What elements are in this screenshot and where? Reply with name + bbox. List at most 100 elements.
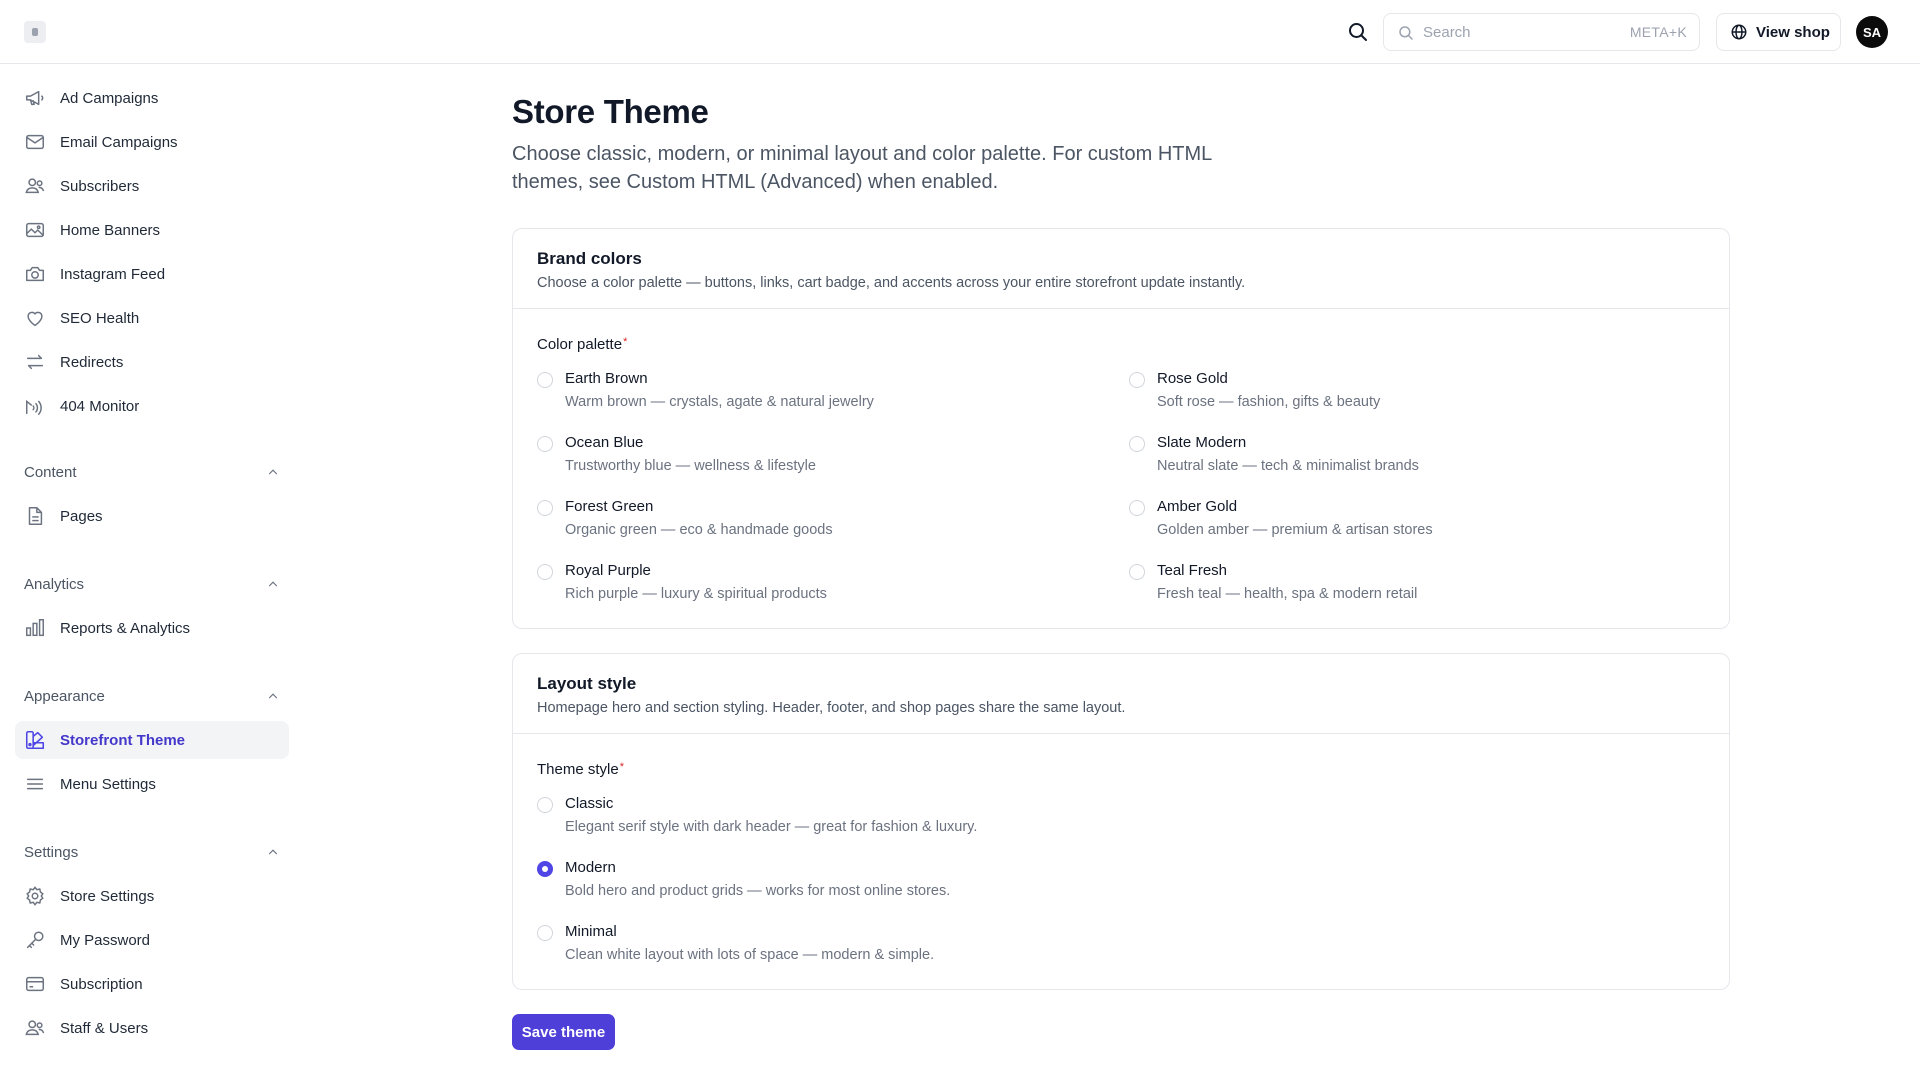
color-palette-label: Color palette* [537,336,627,353]
sidebar-item-label: Staff & Users [60,1019,149,1037]
radio-button[interactable] [537,564,553,580]
option-description: Neutral slate — tech & minimalist brands [1157,458,1419,474]
theme-option-modern[interactable]: Modern Bold hero and product grids — wor… [537,859,1437,907]
sidebar-item-label: Reports & Analytics [60,619,191,637]
radio-waves-icon [24,395,46,417]
option-description: Soft rose — fashion, gifts & beauty [1157,394,1381,410]
chevron-up-icon [266,465,280,479]
search-input[interactable] [1423,22,1623,42]
option-description: Organic green — eco & handmade goods [565,522,833,538]
palette-option-slate-modern[interactable]: Slate Modern Neutral slate — tech & mini… [1129,434,1689,482]
store-logo[interactable] [24,21,46,43]
palette-option-teal-fresh[interactable]: Teal Fresh Fresh teal — health, spa & mo… [1129,562,1689,610]
radio-button-selected[interactable] [537,861,553,877]
option-description: Warm brown — crystals, agate & natural j… [565,394,874,410]
option-name: Earth Brown [565,370,648,387]
palette-option-rose-gold[interactable]: Rose Gold Soft rose — fashion, gifts & b… [1129,370,1689,418]
palette-option-amber-gold[interactable]: Amber Gold Golden amber — premium & arti… [1129,498,1689,546]
field-label-text: Color palette [537,336,623,353]
sidebar-item-label: My Password [60,931,151,949]
sidebar-item-label: Pages [60,507,103,525]
radio-button[interactable] [1129,500,1145,516]
palette-option-earth-brown[interactable]: Earth Brown Warm brown — crystals, agate… [537,370,1097,418]
section-toggle-analytics[interactable]: Analytics [24,573,280,595]
sidebar-item-seo-health[interactable]: SEO Health [15,299,289,337]
palette-option-forest-green[interactable]: Forest Green Organic green — eco & handm… [537,498,1097,546]
sidebar-item-label: Redirects [60,353,124,371]
view-shop-button[interactable]: View shop [1716,13,1841,51]
arrows-icon [24,351,46,373]
view-shop-label: View shop [1756,23,1830,41]
menu-icon [24,773,46,795]
avatar[interactable]: SA [1856,16,1888,48]
image-icon [24,219,46,241]
sidebar-item-my-password[interactable]: My Password [15,921,289,959]
radio-button[interactable] [1129,564,1145,580]
sidebar-item-menu-settings[interactable]: Menu Settings [15,765,289,803]
radio-button[interactable] [537,436,553,452]
radio-button[interactable] [537,925,553,941]
radio-button[interactable] [1129,372,1145,388]
section-label: Analytics [24,575,85,593]
sidebar-item-label: Instagram Feed [60,265,166,283]
chevron-up-icon [266,845,280,859]
option-description: Bold hero and product grids — works for … [565,883,951,899]
sidebar-item-404-monitor[interactable]: 404 Monitor [15,387,289,425]
required-mark: * [623,336,628,348]
layout-style-card: Layout style Homepage hero and section s… [512,653,1730,990]
search-icon[interactable] [1346,20,1370,44]
sidebar-item-reports-analytics[interactable]: Reports & Analytics [15,609,289,647]
palette-option-ocean-blue[interactable]: Ocean Blue Trustworthy blue — wellness &… [537,434,1097,482]
page-subtitle: Choose classic, modern, or minimal layou… [512,143,1212,193]
option-name: Rose Gold [1157,370,1228,387]
sidebar-item-pages[interactable]: Pages [15,497,289,535]
sidebar-item-ad-campaigns[interactable]: Ad Campaigns [15,79,289,117]
radio-button[interactable] [537,797,553,813]
sidebar-item-subscription[interactable]: Subscription [15,965,289,1003]
option-description: Clean white layout with lots of space — … [565,947,935,963]
palette-option-royal-purple[interactable]: Royal Purple Rich purple — luxury & spir… [537,562,1097,610]
megaphone-icon [24,87,46,109]
option-description: Elegant serif style with dark header — g… [565,819,978,835]
option-name: Forest Green [565,498,654,515]
gear-icon [24,885,46,907]
sidebar-item-storefront-theme[interactable]: Storefront Theme [15,721,289,759]
radio-button[interactable] [1129,436,1145,452]
sidebar-item-redirects[interactable]: Redirects [15,343,289,381]
option-name: Modern [565,859,616,876]
sidebar-item-label: Storefront Theme [60,731,186,749]
sidebar-item-home-banners[interactable]: Home Banners [15,211,289,249]
brand-colors-card: Brand colors Choose a color palette — bu… [512,228,1730,629]
sidebar-item-email-campaigns[interactable]: Email Campaigns [15,123,289,161]
radio-button[interactable] [537,372,553,388]
sidebar-item-store-settings[interactable]: Store Settings [15,877,289,915]
option-name: Slate Modern [1157,434,1247,451]
heart-icon [24,307,46,329]
bar-chart-icon [24,617,46,639]
option-description: Rich purple — luxury & spiritual product… [565,586,827,602]
sidebar-item-label: 404 Monitor [60,397,140,415]
section-toggle-content[interactable]: Content [24,461,280,483]
section-toggle-appearance[interactable]: Appearance [24,685,280,707]
mail-icon [24,131,46,153]
card-title: Layout style [537,674,637,693]
save-theme-button[interactable]: Save theme [512,1014,615,1050]
globe-icon [1730,23,1748,41]
sidebar-item-subscribers[interactable]: Subscribers [15,167,289,205]
card-icon [24,973,46,995]
section-toggle-settings[interactable]: Settings [24,841,280,863]
search-box[interactable]: META+K [1383,13,1700,51]
theme-option-minimal[interactable]: Minimal Clean white layout with lots of … [537,923,1437,971]
section-label: Appearance [24,687,105,705]
theme-option-classic[interactable]: Classic Elegant serif style with dark he… [537,795,1437,843]
section-label: Content [24,463,77,481]
chevron-up-icon [266,577,280,591]
sidebar-item-label: Subscribers [60,177,140,195]
sidebar-item-instagram-feed[interactable]: Instagram Feed [15,255,289,293]
sidebar-item-label: Menu Settings [60,775,156,793]
card-title: Brand colors [537,249,642,268]
card-header: Layout style Homepage hero and section s… [513,654,1729,734]
sidebar-item-staff-users[interactable]: Staff & Users [15,1009,289,1047]
radio-button[interactable] [537,500,553,516]
sidebar-item-label: Email Campaigns [60,133,178,151]
